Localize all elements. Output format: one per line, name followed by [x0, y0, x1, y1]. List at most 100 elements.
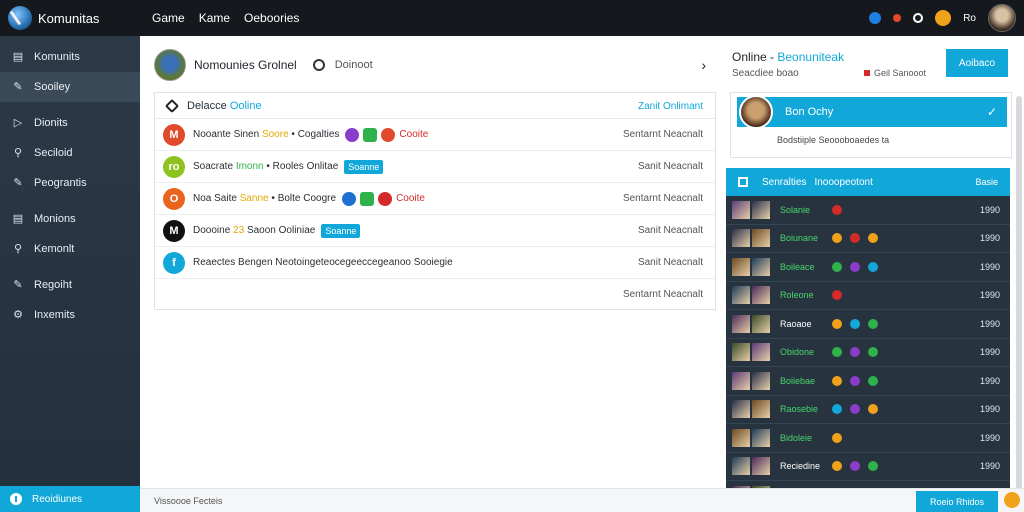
badge-icon	[868, 375, 878, 386]
leaderboard-row[interactable]: Solanie 1990	[726, 196, 1010, 225]
player-name: Bidoleie	[780, 432, 813, 443]
leaderboard-subtitle: Inooopeotont	[814, 176, 873, 188]
player-name: Raoaoe	[780, 318, 812, 329]
list-footer-meta: Sentarnt Neacnalt	[622, 289, 703, 300]
list-item-text: Nooante Sinen Soore • Cogalties	[193, 129, 340, 140]
coin-icon[interactable]	[1004, 492, 1020, 508]
top-bar: Komunitas Game Kame Oeboories Ro	[0, 0, 1024, 36]
list-item[interactable]: ro Soacrate Imonn • Rooles Onlitae Soann…	[155, 151, 715, 183]
search-icon: ⚲	[13, 242, 23, 255]
leaderboard-row[interactable]: Bidoleie 1990	[726, 424, 1010, 453]
chevron-right-icon[interactable]: ›	[701, 57, 706, 73]
avatar: M	[163, 219, 185, 242]
sidebar-item-label: Seciloid	[34, 147, 73, 159]
friend-card[interactable]: Bon Ochy ✓ Bodstiiple Seoooboaedes ta	[730, 92, 1012, 158]
sidebar-item-regoiht[interactable]: ✎ Regoiht	[0, 270, 140, 300]
game-icon	[378, 191, 393, 206]
badge-icon	[850, 404, 860, 415]
sidebar-item-label: Inxemits	[34, 309, 75, 321]
badge-icon	[832, 261, 842, 272]
check-icon[interactable]: ✓	[987, 105, 997, 119]
list-item[interactable]: O Noa Saite Sanne • Bolte Coogre Cooite …	[155, 183, 715, 215]
sidebar-item-kemonlt[interactable]: ⚲ Kemonlt	[0, 234, 140, 264]
badge-icon	[868, 233, 878, 244]
user-avatar[interactable]	[988, 4, 1016, 32]
topnav-item-kame[interactable]: Kame	[199, 11, 230, 25]
list-item-meta: Sanit Neacnalt	[637, 257, 703, 268]
topnav-item-game[interactable]: Game	[152, 11, 185, 25]
sidebar-item-label: Peograntis	[34, 177, 87, 189]
leaderboard-row[interactable]: Boiunane 1990	[726, 225, 1010, 253]
player-thumbnail	[732, 457, 750, 476]
player-name: Roleone	[780, 290, 814, 301]
profile-status: Doinoot	[334, 59, 373, 71]
sidebar-item-sooiley[interactable]: ✎ Sooiley	[0, 72, 140, 102]
list-item-tag: Cooite	[396, 193, 425, 204]
footer-button[interactable]: Roeio Rhidos	[916, 491, 998, 512]
sidebar-item-peograntis[interactable]: ✎ Peograntis	[0, 168, 140, 198]
badge-icon	[850, 375, 860, 386]
coin-icon[interactable]	[935, 10, 952, 26]
badge-icon	[832, 204, 842, 215]
player-score: 1990	[979, 347, 1000, 358]
list-item[interactable]: M Doooine 23 Saoon Ooliniae Soanne Sanit…	[155, 215, 715, 247]
leaderboard-row[interactable]: Boileace 1990	[726, 253, 1010, 282]
topnav-item-oeboories[interactable]: Oeboories	[244, 11, 299, 25]
list-item-text: Noa Saite Sanne • Bolte Coogre	[193, 193, 337, 204]
status-icon[interactable]	[913, 13, 924, 23]
sidebar-item-dionits[interactable]: ▷ Dionits	[0, 108, 140, 138]
player-score: 1990	[979, 375, 1000, 386]
leaderboard-row[interactable]: Reciedine 1990	[726, 453, 1010, 481]
activity-header-right[interactable]: Zanit Onlimant	[638, 101, 703, 112]
top-right-controls: Ro	[869, 0, 1016, 36]
alert-icon[interactable]	[893, 14, 902, 22]
friend-name: Bon Ochy	[785, 106, 834, 118]
leaderboard-row[interactable]: Raosebie 1990	[726, 396, 1010, 424]
scrollbar[interactable]	[1016, 96, 1022, 512]
sidebar-item-monions[interactable]: ▤ Monions	[0, 204, 140, 234]
player-score: 1990	[979, 233, 1000, 244]
player-thumbnail	[752, 400, 770, 419]
player-thumbnail	[732, 428, 750, 447]
list-item-meta: Sentarnt Neacnalt	[622, 193, 703, 204]
player-thumbnail	[732, 371, 750, 390]
app-logo[interactable]: Komunitas	[0, 6, 140, 30]
sidebar-item-inxemits[interactable]: ⚙ Inxemits	[0, 300, 140, 330]
notification-icon[interactable]	[869, 12, 882, 24]
player-score: 1990	[979, 204, 1000, 215]
sidebar-item-label: Komunits	[34, 51, 80, 63]
sidebar-item-label: Monions	[34, 213, 76, 225]
badge-icon	[832, 461, 842, 472]
pen-icon: ✎	[13, 176, 23, 189]
list-item[interactable]: f Reaectes Bengen Neotoingeteocegeeccege…	[155, 247, 715, 279]
status-badge[interactable]: Soanne	[321, 223, 361, 238]
badge-icon	[850, 318, 860, 329]
main-content: Nomounies Grolnel Doinoot › Delacce Ooli…	[140, 36, 724, 488]
badge-icon	[850, 261, 860, 272]
list-icon: ▤	[12, 50, 24, 63]
status-badge[interactable]: Soanne	[344, 159, 384, 174]
player-thumbnail	[752, 257, 770, 276]
activity-title: Delacce Ooline	[187, 99, 262, 112]
player-thumbnail	[732, 200, 750, 219]
list-item-meta: Sanit Neacnalt	[637, 225, 703, 236]
sidebar: ▤ Komunits ✎ Sooiley ▷ Dionits ⚲ Seciloi…	[0, 36, 140, 512]
player-thumbnail	[732, 314, 750, 333]
leaderboard-title: Senralties	[762, 176, 807, 188]
list-item-meta: Sentarnt Neacnalt	[622, 129, 703, 140]
sidebar-item-komunits[interactable]: ▤ Komunits	[0, 42, 140, 72]
logo-icon	[8, 6, 32, 30]
sidebar-bottom-button[interactable]: Reoidiunes	[0, 486, 140, 512]
list-item[interactable]: M Nooante Sinen Soore • Cogalties Cooite…	[155, 119, 715, 151]
sidebar-item-seciloid[interactable]: ⚲ Seciloid	[0, 138, 140, 168]
online-panel-button[interactable]: Aoibaco	[946, 49, 1008, 77]
leaderboard-row[interactable]: Raoaoe 1990	[726, 310, 1010, 339]
profile-avatar[interactable]	[154, 49, 186, 81]
leaderboard-row[interactable]: Roleone 1990	[726, 282, 1010, 310]
friend-avatar[interactable]	[739, 95, 773, 129]
leaderboard-row[interactable]: Obidone 1990	[726, 339, 1010, 367]
game-icon	[381, 127, 396, 142]
leaderboard-row[interactable]: Boiiebae 1990	[726, 367, 1010, 396]
player-thumbnail	[752, 428, 770, 447]
badge-icon	[832, 432, 842, 443]
